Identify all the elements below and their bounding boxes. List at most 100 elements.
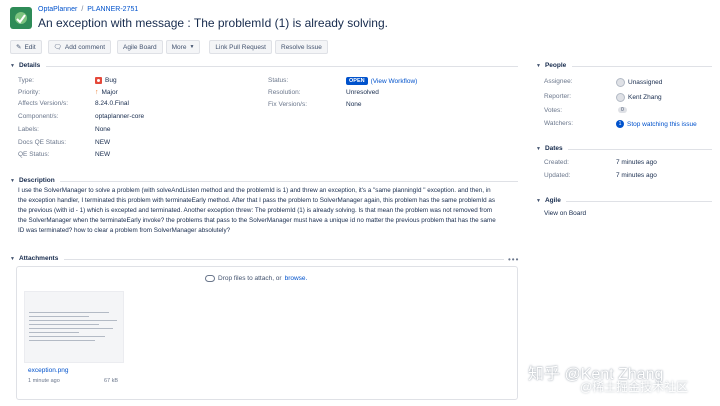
- pencil-icon: ✎: [16, 44, 22, 51]
- watermark-juejin: @稀土掘金技术社区: [580, 380, 689, 394]
- assignee-value[interactable]: Unassigned: [616, 78, 662, 87]
- qe-status-label: QE Status:: [18, 151, 50, 158]
- thumbnail-line: [29, 332, 79, 333]
- divider: [566, 201, 712, 202]
- bug-icon: [95, 77, 102, 84]
- updated-label: Updated:: [544, 172, 571, 179]
- components-label: Component/s:: [18, 113, 59, 120]
- priority-label: Priority:: [18, 89, 41, 96]
- agile-toggle[interactable]: ▼ Agile: [536, 197, 561, 204]
- issue-toolbar: ✎ Edit 🗨 Add comment Agile Board More ▼ …: [10, 40, 331, 54]
- view-on-board-link[interactable]: View on Board: [544, 210, 586, 217]
- watchers-label: Watchers:: [544, 120, 574, 127]
- attachments-options-icon[interactable]: •••: [508, 255, 519, 264]
- dates-heading: Dates: [544, 145, 563, 152]
- attachment-size: 67 kB: [104, 378, 119, 384]
- thumbnail-line: [29, 316, 89, 317]
- edit-button-label: Edit: [24, 43, 36, 51]
- user-avatar-icon: [616, 93, 625, 102]
- workflow-actions-group: Link Pull Request Resolve Issue: [209, 40, 330, 54]
- more-actions-group: Agile Board More ▼: [117, 40, 203, 54]
- link-pull-request-button[interactable]: Link Pull Request: [209, 40, 272, 54]
- resolve-issue-label: Resolve Issue: [281, 43, 322, 51]
- people-toggle[interactable]: ▼ People: [536, 62, 566, 69]
- thumbnail-line: [29, 312, 109, 313]
- affects-version-value[interactable]: 8.24.0.Final: [95, 100, 129, 107]
- more-button[interactable]: More ▼: [165, 40, 201, 54]
- breadcrumb-issue-key[interactable]: PLANNER-2751: [87, 6, 138, 13]
- description-body: I use the SolverManager to solve a probl…: [18, 187, 496, 234]
- created-value: 7 minutes ago: [616, 159, 657, 166]
- browse-link[interactable]: browse.: [285, 275, 308, 282]
- stop-watching-link[interactable]: Stop watching this issue: [627, 121, 697, 128]
- attachment-name-link[interactable]: exception.png: [28, 367, 68, 374]
- fix-version-label: Fix Version/s:: [268, 101, 308, 108]
- thumbnail-line: [29, 340, 95, 341]
- attachment-time: 1 minute ago: [28, 378, 60, 384]
- component-link[interactable]: optaplanner-core: [95, 113, 144, 120]
- docs-qe-status-label: Docs QE Status:: [18, 139, 67, 146]
- chevron-down-icon: ▼: [536, 62, 541, 69]
- docs-qe-status-value: NEW: [95, 139, 111, 146]
- status-label: Status:: [268, 77, 289, 84]
- created-label: Created:: [544, 159, 569, 166]
- type-value: Bug: [95, 77, 117, 84]
- votes-value[interactable]: 0: [618, 107, 627, 113]
- thumbnail-line: [29, 336, 105, 337]
- chevron-down-icon: ▼: [189, 44, 195, 50]
- qe-status-value: NEW: [95, 151, 111, 158]
- affects-version-label: Affects Version/s:: [18, 100, 69, 107]
- issue-header: OptaPlanner / PLANNER-2751 An exception …: [8, 4, 712, 34]
- attachments-heading: Attachments: [18, 255, 59, 262]
- agile-board-label: Agile Board: [123, 43, 157, 51]
- view-workflow-link[interactable]: (View Workflow): [371, 78, 418, 85]
- assignee-label: Assignee:: [544, 78, 573, 85]
- resolution-label: Resolution:: [268, 89, 301, 96]
- resolution-value: Unresolved: [346, 89, 379, 96]
- agile-board-button[interactable]: Agile Board: [117, 40, 163, 54]
- resolve-issue-button[interactable]: Resolve Issue: [275, 40, 328, 54]
- attachment-thumbnail[interactable]: [24, 291, 124, 363]
- updated-value: 7 minutes ago: [616, 172, 657, 179]
- type-text: Bug: [105, 77, 117, 84]
- dates-toggle[interactable]: ▼ Dates: [536, 145, 563, 152]
- divider: [46, 66, 518, 67]
- reporter-value[interactable]: Kent Zhang: [616, 93, 662, 102]
- dropzone-message: Drop files to attach, or browse.: [205, 275, 307, 282]
- priority-value: ↑ Major: [95, 89, 118, 96]
- major-priority-icon: ↑: [95, 89, 99, 96]
- breadcrumb-project[interactable]: OptaPlanner: [38, 6, 77, 13]
- description-toggle[interactable]: ▼ Description: [10, 177, 55, 184]
- chevron-down-icon: ▼: [536, 197, 541, 204]
- comment-icon: 🗨: [53, 44, 62, 51]
- people-heading: People: [544, 62, 567, 69]
- status-badge: OPEN: [346, 77, 368, 85]
- labels-label: Labels:: [18, 126, 39, 133]
- status-value: OPEN (View Workflow): [346, 77, 417, 85]
- priority-text: Major: [101, 89, 118, 96]
- watchers-value[interactable]: 1 Stop watching this issue: [616, 120, 697, 128]
- dropzone-text: Drop files to attach, or: [218, 275, 282, 282]
- breadcrumb-separator: /: [81, 6, 84, 13]
- thumbnail-line: [29, 320, 117, 321]
- thumbnail-line: [29, 324, 99, 325]
- reporter-text: Kent Zhang: [628, 94, 662, 101]
- upload-cloud-icon: [205, 275, 215, 282]
- divider: [572, 66, 712, 67]
- type-label: Type:: [18, 77, 34, 84]
- add-comment-button[interactable]: 🗨 Add comment: [47, 40, 112, 54]
- add-comment-label: Add comment: [64, 43, 106, 51]
- details-toggle[interactable]: ▼ Details: [10, 62, 40, 69]
- page-title: An exception with message : The problemI…: [38, 16, 388, 30]
- description-heading: Description: [18, 177, 55, 184]
- details-heading: Details: [18, 62, 41, 69]
- attachments-toggle[interactable]: ▼ Attachments: [10, 255, 58, 262]
- thumbnail-line: [29, 328, 113, 329]
- chevron-down-icon: ▼: [10, 62, 15, 69]
- more-label: More: [171, 43, 187, 51]
- fix-version-value: None: [346, 101, 362, 108]
- project-avatar[interactable]: [10, 7, 32, 29]
- edit-button[interactable]: ✎ Edit: [10, 40, 42, 54]
- chevron-down-icon: ▼: [10, 177, 15, 184]
- divider: [568, 149, 712, 150]
